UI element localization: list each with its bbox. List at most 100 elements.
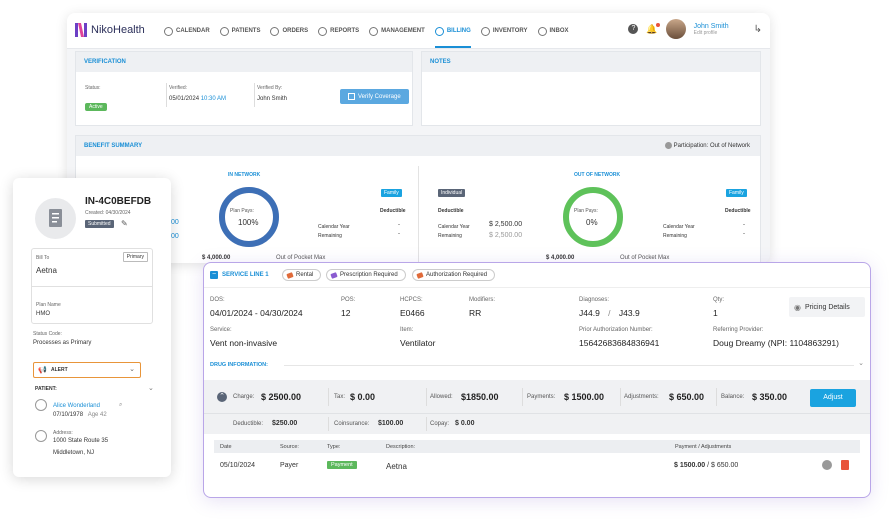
verified-by-value: John Smith: [257, 96, 288, 102]
deductible-value: $250.00: [272, 420, 298, 427]
collapse-icon[interactable]: −: [210, 271, 218, 279]
pricing-details-button[interactable]: ◉ Pricing Details: [789, 297, 865, 317]
expand-up-icon[interactable]: ⌃: [217, 392, 227, 402]
drug-info-chevron-icon[interactable]: ⌄: [858, 359, 864, 367]
financial-summary: ⌃ Charge: $ 2500.00 Tax: $ 0.00 Allowed:…: [204, 380, 870, 434]
tag-authorization-required[interactable]: Authorization Required: [412, 269, 496, 281]
in-network-donut: [219, 187, 279, 247]
out-network-remaining-value: $ 2,500.00: [489, 232, 523, 239]
nav-inbox[interactable]: INBOX: [537, 25, 569, 37]
service-line-card: − SERVICE LINE 1 Rental Prescription Req…: [203, 262, 871, 498]
megaphone-icon: 📢: [38, 367, 47, 374]
in-network-deductible-label: Deductible: [380, 208, 406, 214]
reports-icon: [318, 26, 328, 36]
participation-value: Out of Network: [709, 143, 750, 150]
verify-coverage-button[interactable]: Verify Coverage: [340, 89, 409, 104]
tag-icon: [330, 271, 338, 279]
person-icon: [35, 399, 47, 411]
app-logo[interactable]: NikoHealth: [75, 23, 145, 37]
nav-reports[interactable]: REPORTS: [318, 25, 359, 37]
in-network-family-badge: Family: [381, 189, 402, 197]
charge-value: $ 2500.00: [261, 392, 302, 402]
row-date: 05/10/2024: [220, 462, 256, 469]
row-payment: $ 1500.00: [674, 462, 706, 469]
orders-icon: [270, 26, 280, 36]
item-value: Ventilator: [400, 338, 436, 348]
nav-orders[interactable]: ORDERS: [270, 25, 308, 37]
eye-icon: ◉: [794, 302, 801, 312]
bill-to-label: Bill To: [36, 255, 50, 261]
alert-dropdown[interactable]: 📢 ALERT ⌄: [33, 362, 141, 378]
logout-icon[interactable]: ↳: [754, 24, 762, 35]
nav-billing[interactable]: BILLING: [434, 25, 471, 48]
patient-name-link[interactable]: Alice Wonderland: [53, 403, 100, 409]
hcpcs-value: E0466: [400, 308, 425, 318]
tag-icon: [286, 271, 294, 279]
col-description: Description:: [386, 444, 416, 450]
nav-inventory[interactable]: INVENTORY: [480, 25, 528, 37]
user-icon[interactable]: [822, 460, 832, 470]
participation-label: Participation:: [673, 143, 709, 150]
nav-calendar[interactable]: CALENDAR: [164, 25, 210, 37]
drug-information-label: DRUG INFORMATION:: [210, 362, 268, 368]
out-network-oop-amount: $ 4,000.00: [546, 255, 575, 261]
claim-created: Created: 04/30/2024: [85, 210, 131, 216]
nav-patients-label: PATIENTS: [231, 28, 261, 34]
help-icon[interactable]: ?: [628, 24, 639, 34]
nav-inbox-label: INBOX: [549, 28, 569, 34]
tag-authorization-label: Authorization Required: [426, 272, 488, 278]
row-type-badge: Payment: [327, 461, 357, 469]
nav-calendar-label: CALENDAR: [176, 28, 210, 34]
nav-management[interactable]: MANAGEMENT: [369, 25, 425, 37]
invoice-icon: [35, 198, 76, 239]
edit-icon[interactable]: ✎: [121, 219, 128, 228]
patient-collapse-icon[interactable]: ⌄: [148, 384, 154, 392]
hcpcs-label: HCPCS:: [400, 297, 423, 303]
diagnosis-2: J43.9: [618, 308, 640, 318]
adjustments-value: $ 650.00: [669, 392, 705, 402]
verification-title: VERIFICATION: [76, 52, 412, 72]
checkbox-icon: [348, 93, 355, 100]
out-network-dash-2: -: [743, 231, 745, 237]
search-icon[interactable]: ⌕: [119, 402, 122, 409]
patient-dob-value: 07/10/1978: [53, 412, 84, 418]
status-label: Status:: [85, 85, 101, 91]
payments-table-header: Date Source: Type: Description: Payment …: [214, 440, 860, 453]
table-row[interactable]: 05/10/2024 Payer Payment Aetna $ 1500.00…: [214, 455, 860, 477]
col-source: Source:: [280, 444, 299, 450]
patients-icon: [219, 26, 229, 36]
adjust-button[interactable]: Adjust: [810, 389, 856, 407]
top-navigation-bar: NikoHealth CALENDAR PATIENTS ORDERS REPO…: [67, 13, 770, 49]
nav-patients[interactable]: PATIENTS: [219, 25, 261, 37]
row-description: Aetna: [386, 462, 407, 471]
coinsurance-value: $100.00: [378, 420, 404, 427]
avatar[interactable]: [665, 19, 686, 39]
balance-label: Balance:: [721, 394, 745, 400]
nav-billing-label: BILLING: [446, 28, 471, 34]
nav-reports-label: REPORTS: [330, 28, 360, 34]
user-edit-profile: Edit profile: [693, 29, 718, 36]
tax-label: Tax:: [334, 394, 346, 400]
claim-status-badge: Submitted: [85, 220, 114, 228]
trash-icon[interactable]: [841, 460, 849, 470]
out-network-percent: 0%: [586, 218, 598, 227]
out-network-plan-pays-label: Plan Pays:: [574, 208, 598, 214]
service-label: Service:: [210, 327, 232, 333]
notes-panel: NOTES: [421, 51, 761, 126]
bell-icon[interactable]: 🔔: [646, 22, 660, 35]
out-network-oop-label: Out of Pocket Max: [620, 255, 670, 261]
prior-auth-label: Prior Authorization Number:: [579, 327, 653, 333]
out-network-remaining-label-left: Remaining: [438, 233, 462, 239]
row-payment-adjustment: $ 1500.00 / $ 650.00: [674, 462, 738, 469]
claim-id: IN-4C0BEFDB: [85, 196, 152, 207]
participation: Participation: Out of Network: [664, 142, 750, 150]
balance-value: $ 350.00: [752, 392, 788, 402]
verification-panel: VERIFICATION Status: Active Verified: 05…: [75, 51, 413, 126]
status-code-label: Status Code:: [33, 331, 62, 337]
tag-rental[interactable]: Rental: [282, 269, 322, 281]
tag-prescription-required[interactable]: Prescription Required: [326, 269, 406, 281]
user-block[interactable]: John Smith Edit profile: [694, 23, 746, 36]
user-area: ? 🔔 John Smith Edit profile ↳: [628, 19, 762, 39]
allowed-value: $1850.00: [461, 392, 499, 402]
payments-label: Payments:: [527, 394, 556, 400]
